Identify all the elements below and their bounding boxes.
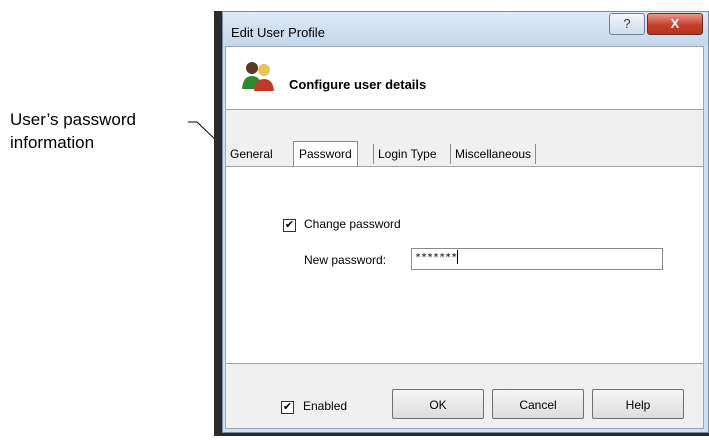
ok-button[interactable]: OK [392, 389, 484, 419]
enabled-label: Enabled [303, 399, 348, 413]
users-icon [242, 62, 274, 91]
change-password-checkbox[interactable]: ✔ [283, 219, 296, 232]
callout-annotation: User’s password information [10, 108, 136, 154]
text-caret [457, 250, 459, 264]
tab-miscellaneous[interactable]: Miscellaneous [450, 144, 537, 164]
enabled-checkbox[interactable]: ✔ [281, 401, 294, 414]
tab-general[interactable]: General [230, 144, 273, 164]
callout-line-2: information [10, 133, 95, 152]
close-button[interactable]: X [647, 13, 703, 35]
new-password-input[interactable]: ******* [411, 248, 663, 270]
callout-line-1: User’s password [10, 110, 136, 129]
help-button[interactable]: Help [592, 389, 684, 419]
dialog-client-area: Configure user details General Password … [225, 46, 704, 429]
title-bar: Edit User Profile ? X [223, 12, 708, 46]
new-password-label: New password: [304, 253, 387, 267]
help-question-button[interactable]: ? [609, 13, 645, 35]
change-password-label: Change password [304, 217, 401, 231]
password-tab-panel: ✔ Change password New password: ******* [226, 167, 703, 364]
tab-password[interactable]: Password [293, 141, 358, 166]
new-password-value: ******* [415, 252, 458, 263]
header-title: Configure user details [289, 77, 427, 92]
dialog-frame: Edit User Profile ? X Configure user det… [222, 11, 709, 433]
header-band: Configure user details [226, 47, 703, 110]
tab-login-type[interactable]: Login Type [373, 144, 437, 164]
dialog-title: Edit User Profile [231, 25, 325, 40]
edit-user-profile-dialog: Edit User Profile ? X Configure user det… [214, 11, 709, 436]
cancel-button[interactable]: Cancel [492, 389, 584, 419]
